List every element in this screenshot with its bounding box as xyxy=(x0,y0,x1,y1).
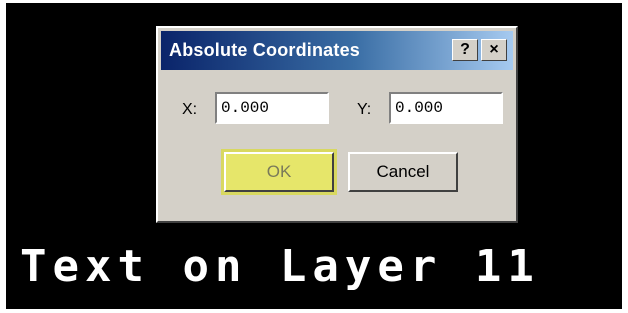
ok-button[interactable]: OK xyxy=(221,149,337,195)
y-label: Y: xyxy=(357,101,372,118)
cancel-button-label: Cancel xyxy=(376,162,430,181)
cancel-button[interactable]: Cancel xyxy=(348,152,458,192)
drawing-canvas[interactable]: Absolute Coordinates ? × X: 0.000 Y: 0.0… xyxy=(6,3,622,309)
x-coordinate-input[interactable]: 0.000 xyxy=(215,92,329,124)
dialog-titlebar[interactable]: Absolute Coordinates ? × xyxy=(161,31,513,70)
help-icon: ? xyxy=(460,41,470,58)
dialog-title: Absolute Coordinates xyxy=(169,40,361,60)
layer-text-caption: Text on Layer 11 xyxy=(20,241,540,292)
close-icon: × xyxy=(489,41,499,58)
help-button[interactable]: ? xyxy=(452,39,478,61)
ok-button-label: OK xyxy=(266,162,292,181)
x-label: X: xyxy=(182,101,198,118)
close-button[interactable]: × xyxy=(481,39,507,61)
absolute-coordinates-dialog: Absolute Coordinates ? × X: 0.000 Y: 0.0… xyxy=(156,26,518,223)
y-coordinate-input[interactable]: 0.000 xyxy=(389,92,503,124)
